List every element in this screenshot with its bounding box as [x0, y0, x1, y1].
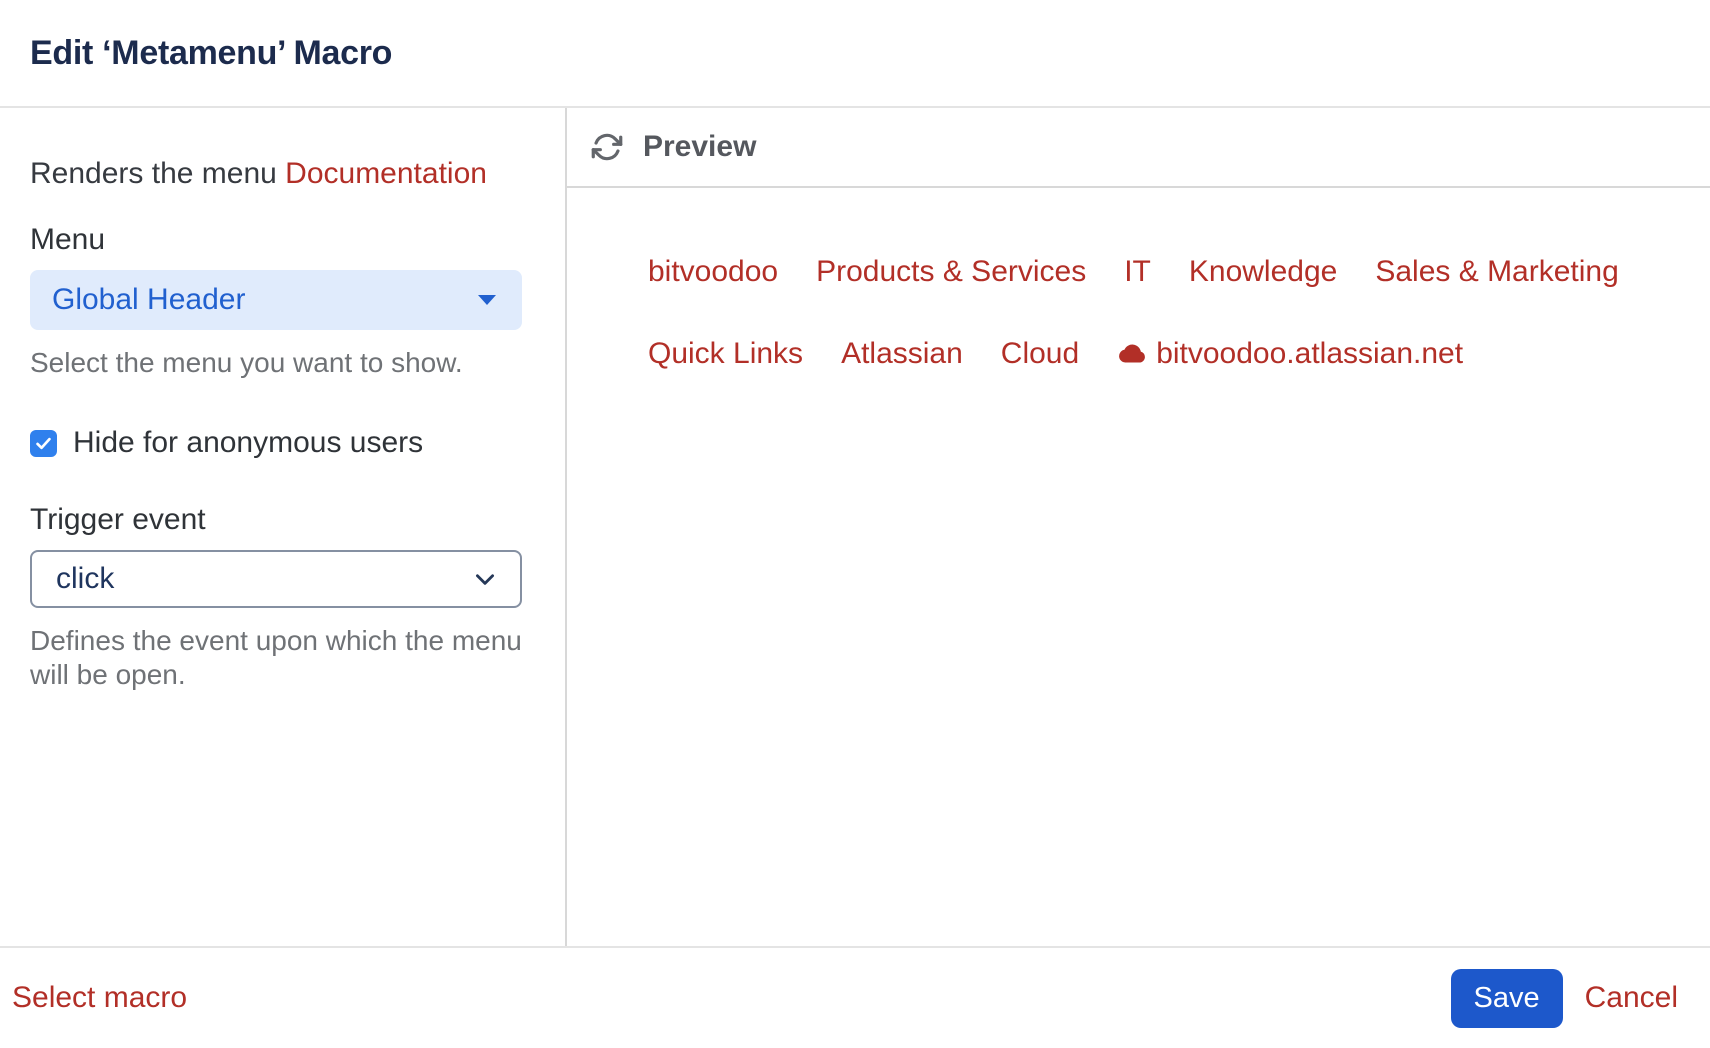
page-title: Edit ‘Metamenu’ Macro — [30, 34, 392, 73]
hide-anonymous-checkbox[interactable] — [30, 430, 57, 457]
cancel-button[interactable]: Cancel — [1585, 981, 1678, 1015]
menu-item-quick-links[interactable]: Quick Links — [648, 336, 803, 372]
menu-help-text: Select the menu you want to show. — [30, 346, 535, 380]
menu-field-label: Menu — [30, 222, 535, 258]
trigger-event-select[interactable]: click — [30, 550, 522, 608]
menu-select[interactable]: Global Header — [30, 270, 522, 330]
menu-item-it[interactable]: IT — [1124, 254, 1151, 290]
chevron-down-icon — [472, 566, 498, 592]
macro-description-text: Renders the menu — [30, 157, 285, 190]
chevron-down-icon — [478, 295, 496, 305]
footer-actions: Save Cancel — [1451, 969, 1679, 1028]
hide-anonymous-label: Hide for anonymous users — [73, 426, 423, 460]
trigger-event-label: Trigger event — [30, 502, 535, 538]
menu-item-products-services[interactable]: Products & Services — [816, 254, 1086, 290]
menu-item-knowledge[interactable]: Knowledge — [1189, 254, 1337, 290]
select-macro-link[interactable]: Select macro — [12, 981, 187, 1015]
trigger-event-value: click — [56, 562, 472, 596]
menu-item-sales-marketing[interactable]: Sales & Marketing — [1375, 254, 1618, 290]
hide-anonymous-row: Hide for anonymous users — [30, 426, 535, 460]
preview-panel: Preview bitvoodoo Products & Services IT… — [567, 108, 1710, 946]
refresh-icon[interactable] — [591, 131, 623, 163]
preview-title: Preview — [643, 130, 756, 164]
menu-select-value: Global Header — [52, 283, 478, 317]
preview-header: Preview — [567, 108, 1710, 188]
menu-item-bitvoodoo-atlassian-net[interactable]: bitvoodoo.atlassian.net — [1117, 336, 1463, 372]
menu-item-bitvoodoo[interactable]: bitvoodoo — [648, 254, 778, 290]
menu-item-cloud[interactable]: Cloud — [1001, 336, 1079, 372]
macro-description: Renders the menu Documentation — [30, 156, 535, 192]
checkmark-icon — [34, 434, 53, 453]
save-button[interactable]: Save — [1451, 969, 1563, 1028]
macro-parameters-panel: Renders the menu Documentation Menu Glob… — [0, 108, 567, 946]
cloud-icon — [1117, 344, 1147, 364]
menu-item-atlassian[interactable]: Atlassian — [841, 336, 963, 372]
menu-item-label: bitvoodoo.atlassian.net — [1156, 336, 1463, 372]
dialog-header: Edit ‘Metamenu’ Macro — [0, 0, 1710, 108]
preview-content: bitvoodoo Products & Services IT Knowled… — [567, 188, 1710, 946]
trigger-help-text: Defines the event upon which the menu wi… — [30, 624, 535, 692]
dialog-body: Renders the menu Documentation Menu Glob… — [0, 108, 1710, 946]
macro-editor-dialog: Edit ‘Metamenu’ Macro Renders the menu D… — [0, 0, 1710, 1048]
preview-menu-row: bitvoodoo Products & Services IT Knowled… — [648, 254, 1710, 290]
preview-menu-row: Quick Links Atlassian Cloud bitvoodoo.at… — [648, 336, 1710, 372]
dialog-footer: Select macro Save Cancel — [0, 946, 1710, 1048]
documentation-link[interactable]: Documentation — [285, 157, 487, 190]
